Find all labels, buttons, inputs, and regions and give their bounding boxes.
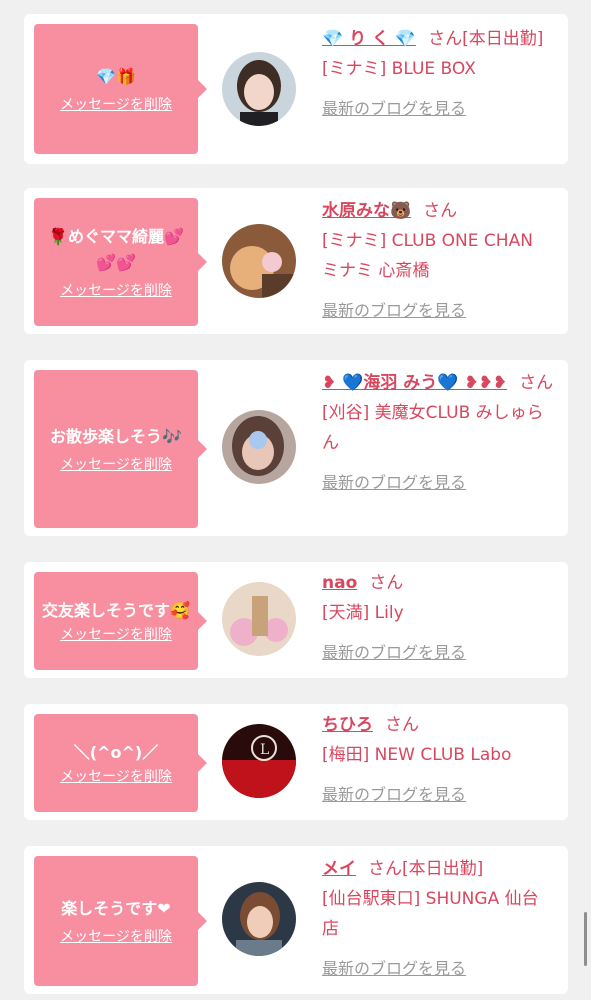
shop-name: [天満] Lily [322,603,404,623]
avatar-image [222,582,296,656]
message-bubble: ＼(^o^)／ メッセージを削除 [34,714,207,812]
delete-message-link[interactable]: メッセージを削除 [60,624,172,644]
avatar[interactable] [222,882,296,956]
honorific: さん [385,715,419,735]
avatar-image: L [222,724,296,798]
avatar-image [222,224,296,298]
avatar-image [222,410,296,484]
sender-info: 水原みな🐻 さん [ミナミ] CLUB ONE CHAN ミナミ 心斎橋 最新のブ… [322,196,554,326]
sender-info: ❥ 💙海羽 みう💙 ❥❥❥ さん [刈谷] 美魔女CLUB みしゅらん 最新のブロ… [322,368,554,498]
latest-blog-link[interactable]: 最新のブログを見る [322,780,466,810]
sender-info: ちひろ さん [梅田] NEW CLUB Labo 最新のブログを見る [322,710,554,810]
latest-blog-link[interactable]: 最新のブログを見る [322,296,466,326]
message-card: お散歩楽しそう🎶 メッセージを削除 ❥ 💙海羽 みう💙 ❥❥❥ さん [刈谷] 美… [24,360,568,536]
message-bubble: 💎🎁 メッセージを削除 [34,24,207,154]
latest-blog-link[interactable]: 最新のブログを見る [322,954,466,984]
avatar[interactable] [222,410,296,484]
delete-message-link[interactable]: メッセージを削除 [60,926,172,946]
latest-blog-link[interactable]: 最新のブログを見る [322,638,466,668]
message-card: 💎🎁 メッセージを削除 💎 り く 💎 さん[本日出勤] [ミナミ] BLUE B… [24,14,568,164]
message-card: ＼(^o^)／ メッセージを削除 L ちひろ さん [梅田] NEW CLUB L… [24,704,568,820]
sender-name-link[interactable]: ❥ 💙海羽 みう💙 ❥❥❥ [322,373,507,393]
scrollbar[interactable] [584,912,587,966]
latest-blog-link[interactable]: 最新のブログを見る [322,94,466,124]
message-card: 交友楽しそうです🥰 メッセージを削除 nao さん [天満] Lily 最新のブロ… [24,562,568,678]
latest-blog-link[interactable]: 最新のブログを見る [322,468,466,498]
message-text: 💎🎁 [96,67,136,86]
shop-name: [ミナミ] CLUB ONE CHAN ミナミ 心斎橋 [322,231,533,281]
message-text: お散歩楽しそう🎶 [50,427,182,446]
sender-name-link[interactable]: 水原みな🐻 [322,201,411,221]
message-bubble: 交友楽しそうです🥰 メッセージを削除 [34,572,207,670]
message-text: 交友楽しそうです🥰 [42,601,190,620]
sender-info: 💎 り く 💎 さん[本日出勤] [ミナミ] BLUE BOX 最新のブログを見る [322,24,554,124]
delete-message-link[interactable]: メッセージを削除 [60,454,172,474]
message-text: ＼(^o^)／ [73,743,159,762]
sender-info: メイ さん[本日出勤] [仙台駅東口] SHUNGA 仙台店 最新のブログを見る [322,854,554,984]
delete-message-link[interactable]: メッセージを削除 [60,94,172,114]
svg-text:L: L [260,742,269,758]
avatar[interactable]: L [222,724,296,798]
shop-name: [梅田] NEW CLUB Labo [322,745,512,765]
sender-name-link[interactable]: nao [322,573,357,593]
avatar[interactable] [222,52,296,126]
message-text: 🌹めぐママ綺麗💕💕💕 [48,227,184,272]
shop-name: [刈谷] 美魔女CLUB みしゅらん [322,403,544,453]
message-card: 楽しそうです❤ メッセージを削除 メイ さん[本日出勤] [仙台駅東口] SHUN… [24,846,568,994]
avatar[interactable] [222,224,296,298]
sender-info: nao さん [天満] Lily 最新のブログを見る [322,568,554,668]
sender-name-link[interactable]: ちひろ [322,715,373,735]
honorific: さん [519,373,554,393]
honorific: さん [423,201,458,221]
sender-name-link[interactable]: 💎 り く 💎 [322,29,416,49]
sender-name-link[interactable]: メイ [322,859,356,879]
message-bubble: 🌹めぐママ綺麗💕💕💕 メッセージを削除 [34,198,207,326]
honorific: さん[本日出勤] [428,29,544,49]
honorific: さん [369,573,404,593]
avatar-image [222,882,296,956]
delete-message-link[interactable]: メッセージを削除 [60,280,172,300]
message-card: 🌹めぐママ綺麗💕💕💕 メッセージを削除 水原みな🐻 さん [ミナミ] CLUB O… [24,188,568,334]
honorific: さん[本日出勤] [368,859,484,879]
message-text: 楽しそうです❤ [61,899,171,918]
avatar[interactable] [222,582,296,656]
avatar-image [222,52,296,126]
shop-name: [仙台駅東口] SHUNGA 仙台店 [322,889,539,939]
delete-message-link[interactable]: メッセージを削除 [60,766,172,786]
shop-name: [ミナミ] BLUE BOX [322,59,476,79]
message-bubble: 楽しそうです❤ メッセージを削除 [34,856,207,986]
message-bubble: お散歩楽しそう🎶 メッセージを削除 [34,370,207,528]
